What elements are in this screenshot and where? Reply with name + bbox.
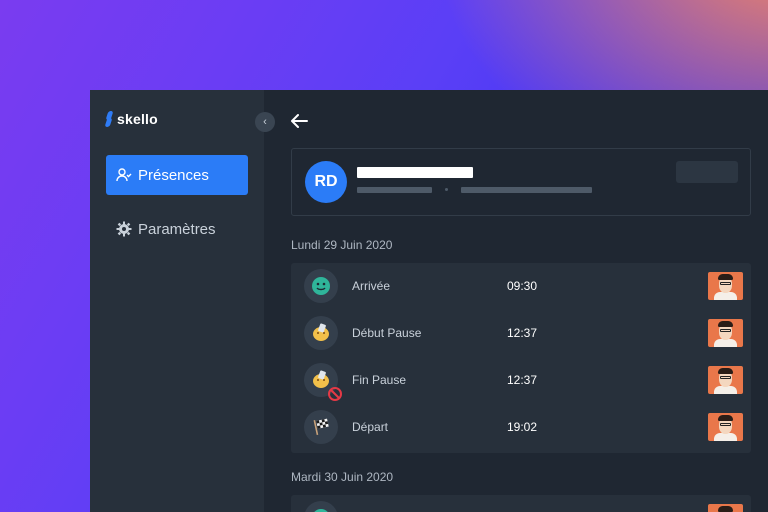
event-time: 12:37 xyxy=(507,373,538,387)
avatar: RD xyxy=(305,161,347,203)
employee-photo[interactable] xyxy=(708,504,743,512)
sidebar: skello ‹ Présences Paramètres xyxy=(90,90,275,512)
skello-logo[interactable]: skello xyxy=(106,111,158,127)
main-content: RD Lundi 29 Juin 2020 Arrivée 09:30 Débu… xyxy=(264,90,768,512)
app-name: skello xyxy=(117,111,158,127)
employee-detail-placeholder xyxy=(461,187,592,193)
user-check-icon xyxy=(116,167,132,183)
chevron-left-icon[interactable]: ‹ xyxy=(255,112,275,132)
app-window: skello ‹ Présences Paramètres RD Lundi 2… xyxy=(90,90,768,512)
employee-name-placeholder xyxy=(357,167,473,178)
list-item[interactable]: Fin Pause 12:37 xyxy=(291,357,751,404)
event-time: 19:02 xyxy=(507,420,538,434)
checkered-flag-icon xyxy=(304,410,338,444)
list-item[interactable]: Départ 19:02 xyxy=(291,404,751,451)
coffee-break-ended-icon xyxy=(304,363,342,401)
day-events-card: Arrivée 09:30 Début Pause 12:37 Fin Paus… xyxy=(291,263,751,453)
list-item[interactable]: Arrivée 09:30 xyxy=(291,263,751,310)
sidebar-item-label: Présences xyxy=(138,166,209,184)
gear-icon xyxy=(116,221,132,237)
employee-role-placeholder xyxy=(357,187,432,193)
profile-action-button[interactable] xyxy=(676,161,738,183)
prohibited-icon xyxy=(328,387,342,401)
skello-logo-mark xyxy=(106,111,113,127)
event-label: Fin Pause xyxy=(352,373,407,387)
day-date: Lundi 29 Juin 2020 xyxy=(291,238,393,252)
event-label: Arrivée xyxy=(352,279,391,293)
day-events-card xyxy=(291,495,751,512)
coffee-break-icon xyxy=(304,316,338,350)
event-label: Début Pause xyxy=(352,326,422,340)
employee-profile-card: RD xyxy=(291,148,751,216)
list-item[interactable]: Début Pause 12:37 xyxy=(291,310,751,357)
sidebar-item-label: Paramètres xyxy=(138,220,216,238)
separator-dot xyxy=(445,188,448,191)
sidebar-item-presences[interactable]: Présences xyxy=(106,155,248,195)
smiley-face-icon xyxy=(304,269,338,303)
employee-photo[interactable] xyxy=(708,366,743,394)
event-time: 09:30 xyxy=(507,279,538,293)
day-date: Mardi 30 Juin 2020 xyxy=(291,470,394,484)
arrow-left-icon[interactable] xyxy=(290,112,308,132)
smiley-face-icon xyxy=(304,501,338,512)
employee-photo[interactable] xyxy=(708,413,743,441)
event-time: 12:37 xyxy=(507,326,538,340)
event-label: Départ xyxy=(352,420,389,434)
sidebar-item-parametres[interactable]: Paramètres xyxy=(106,209,248,249)
employee-photo[interactable] xyxy=(708,272,743,300)
employee-photo[interactable] xyxy=(708,319,743,347)
